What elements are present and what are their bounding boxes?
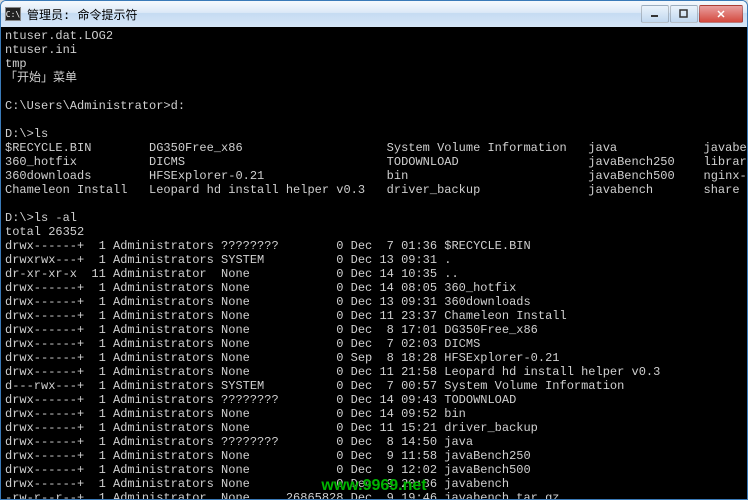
cmd-icon: C:\	[5, 7, 21, 21]
titlebar[interactable]: C:\ 管理员: 命令提示符	[1, 1, 747, 27]
watermark: www.9969.net	[321, 479, 426, 493]
cmd-window: C:\ 管理员: 命令提示符 ntuser.dat.LOG2 ntuser.in…	[0, 0, 748, 500]
close-button[interactable]	[699, 5, 743, 23]
minimize-button[interactable]	[641, 5, 669, 23]
console-output[interactable]: ntuser.dat.LOG2 ntuser.ini tmp 「开始」菜单 C:…	[1, 27, 747, 499]
window-buttons	[641, 5, 743, 23]
maximize-button[interactable]	[670, 5, 698, 23]
window-title: 管理员: 命令提示符	[27, 6, 641, 23]
